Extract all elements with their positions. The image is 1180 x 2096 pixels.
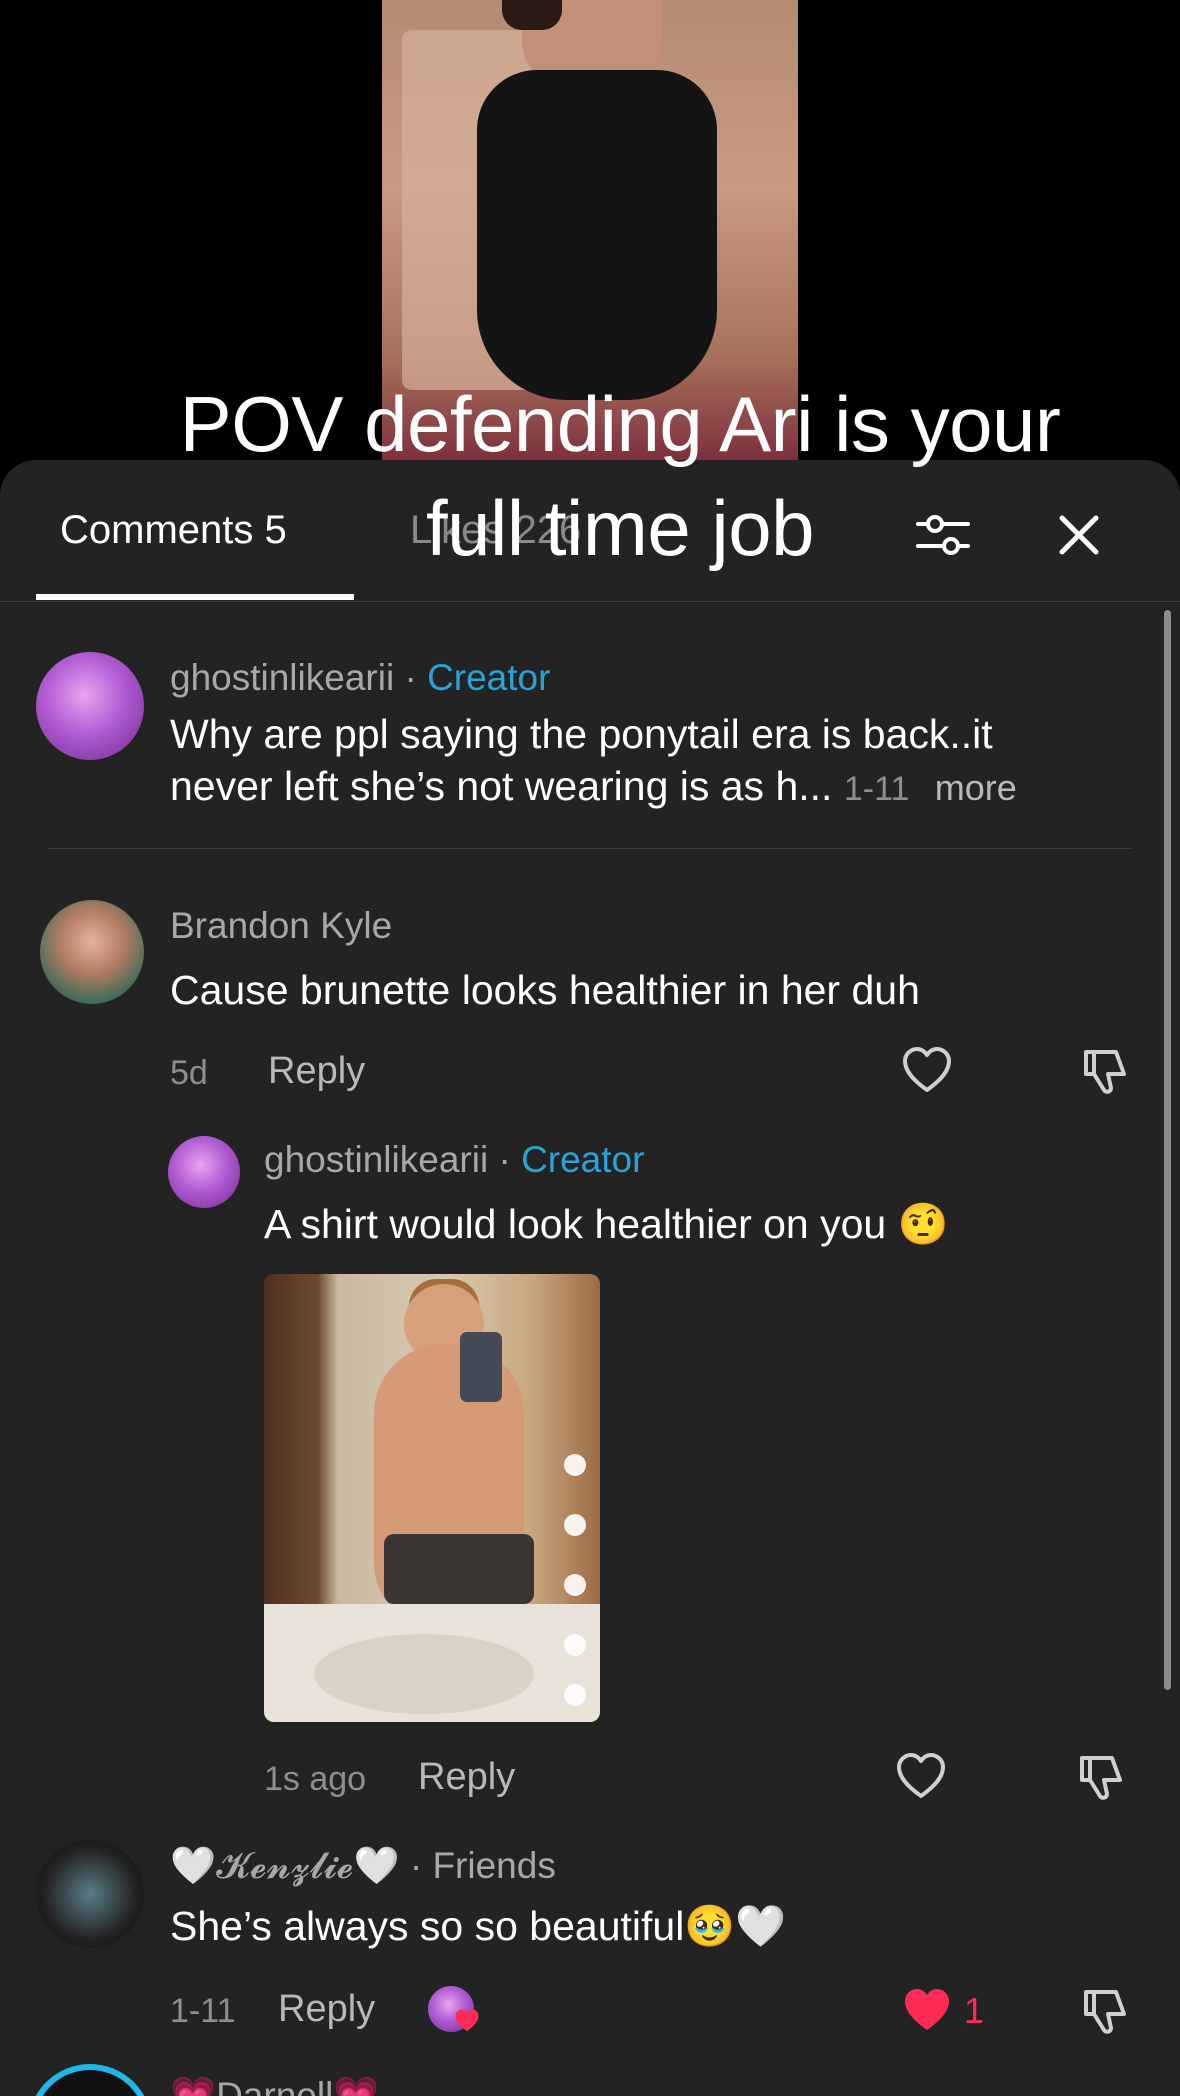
scrollbar[interactable] bbox=[1164, 610, 1171, 1690]
more-link[interactable]: more bbox=[935, 767, 1017, 808]
comment-date: 1-11 bbox=[170, 1992, 236, 2030]
caption-line-1: POV defending Ari is your bbox=[179, 380, 1061, 468]
heart-icon bbox=[903, 1047, 951, 1092]
comment-text-line-1: Why are ppl saying the ponytail era is b… bbox=[170, 711, 993, 757]
comment-date: 5d bbox=[170, 1054, 208, 1092]
comment-text: Why are ppl saying the ponytail era is b… bbox=[170, 708, 1150, 815]
creator-liked-heart-icon bbox=[454, 2008, 480, 2039]
comment-text: Cause brunette looks healthier in her du… bbox=[170, 967, 920, 1013]
username-text: ghostinlikearii bbox=[264, 1139, 489, 1180]
dislike-button[interactable] bbox=[1078, 1044, 1132, 1103]
separator: · bbox=[404, 657, 417, 698]
divider bbox=[48, 848, 1132, 849]
comment-username[interactable]: Brandon Kyle bbox=[170, 904, 392, 948]
like-button[interactable] bbox=[900, 1984, 954, 2043]
dislike-button[interactable] bbox=[1074, 1750, 1128, 1809]
like-count: 1 bbox=[964, 1990, 985, 2031]
creator-badge: Creator bbox=[427, 657, 551, 698]
comment-username[interactable]: 💗Darnell💗 bbox=[170, 2074, 379, 2096]
comment-username[interactable]: 🤍𝓚𝓮𝓷𝔃𝓵𝓲𝓮🤍 · Friends bbox=[170, 1844, 556, 1888]
creator-badge: Creator bbox=[521, 1139, 645, 1180]
username-text: ghostinlikearii bbox=[170, 657, 395, 698]
active-tab-indicator bbox=[36, 594, 354, 600]
dislike-button[interactable] bbox=[1078, 1984, 1132, 2043]
username-text: 🤍𝓚𝓮𝓷𝔃𝓵𝓲𝓮🤍 bbox=[170, 1845, 400, 1886]
reply-username[interactable]: ghostinlikearii · Creator bbox=[264, 1138, 644, 1182]
heart-filled-icon bbox=[905, 1989, 949, 2030]
caption-line-2: full time job bbox=[426, 484, 815, 572]
comment-text-line-2-body: never left she’s not wearing is as h... bbox=[170, 763, 833, 809]
separator: · bbox=[498, 1139, 511, 1180]
separator: · bbox=[409, 1845, 423, 1886]
reply-date: 1s ago bbox=[264, 1760, 367, 1798]
reply-button[interactable]: Reply bbox=[268, 1050, 365, 1093]
avatar[interactable] bbox=[28, 2064, 152, 2096]
comment-text: She’s always so so beautiful🥹🤍 bbox=[170, 1903, 787, 1949]
reply-image[interactable] bbox=[264, 1274, 600, 1722]
avatar[interactable] bbox=[40, 900, 144, 1004]
avatar[interactable] bbox=[36, 652, 144, 760]
comments-panel: Comments 5 Likes 226 ghostinlikearii · C… bbox=[0, 460, 1180, 2096]
friends-badge: Friends bbox=[432, 1845, 556, 1886]
video-caption: POV defending Ari is your full time job bbox=[120, 372, 1120, 580]
embedded-sidebar-icons bbox=[558, 1454, 592, 1714]
avatar[interactable] bbox=[168, 1136, 240, 1208]
dislike-icon bbox=[1080, 1756, 1122, 1800]
avatar[interactable] bbox=[36, 1840, 144, 1948]
like-button[interactable] bbox=[900, 1044, 954, 1103]
comment-username[interactable]: ghostinlikearii · Creator bbox=[170, 656, 550, 700]
dislike-icon bbox=[1084, 1990, 1126, 2034]
reply-text: A shirt would look healthier on you 🤨 bbox=[264, 1201, 949, 1247]
comment-text-line-2: never left she’s not wearing is as h... … bbox=[170, 760, 1150, 815]
like-button[interactable] bbox=[894, 1750, 948, 1809]
reply-button[interactable]: Reply bbox=[418, 1756, 515, 1799]
reply-button[interactable]: Reply bbox=[278, 1988, 375, 2031]
heart-icon bbox=[897, 1753, 945, 1798]
comment-date: 1-11 bbox=[843, 770, 910, 808]
dislike-icon bbox=[1084, 1050, 1126, 1094]
